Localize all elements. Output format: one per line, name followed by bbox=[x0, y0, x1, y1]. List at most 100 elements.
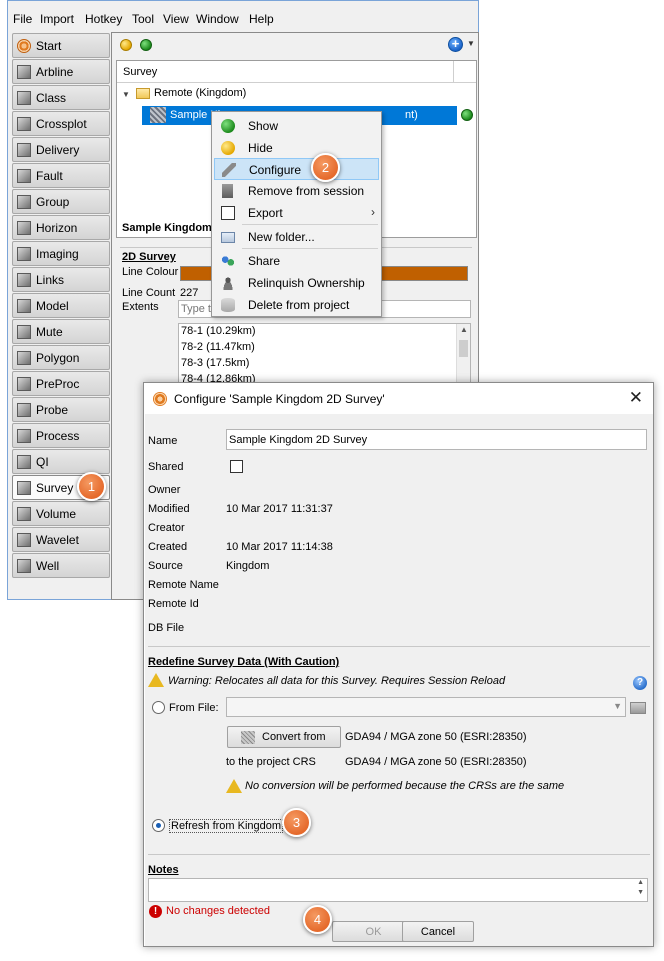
sidebar-item-probe[interactable]: Probe bbox=[12, 397, 110, 422]
sidebar-item-preproc[interactable]: PreProc bbox=[12, 371, 110, 396]
shared-checkbox[interactable] bbox=[230, 460, 243, 473]
sidebar-item-model[interactable]: Model bbox=[12, 293, 110, 318]
refresh-from-kingdom-label[interactable]: Refresh from Kingdom bbox=[169, 819, 284, 833]
line-count-value: 227 bbox=[180, 287, 199, 299]
menu-separator bbox=[242, 224, 378, 225]
extents-label: Extents bbox=[122, 301, 159, 313]
sidebar-item-process[interactable]: Process bbox=[12, 423, 110, 448]
menu-view[interactable]: View bbox=[163, 12, 189, 26]
menu-item-delete-from-project[interactable]: Delete from project bbox=[214, 294, 379, 316]
convert-from-button[interactable]: Convert from bbox=[227, 726, 341, 748]
from-file-radio[interactable] bbox=[152, 701, 165, 714]
menu-hotkey[interactable]: Hotkey bbox=[85, 12, 122, 26]
green-status-icon[interactable] bbox=[140, 39, 152, 51]
sidebar-item-group[interactable]: Group bbox=[12, 189, 110, 214]
menu-item-configure[interactable]: Configure bbox=[214, 158, 379, 180]
well-icon bbox=[17, 559, 31, 573]
sidebar-item-well[interactable]: Well bbox=[12, 553, 110, 578]
sidebar-item-volume[interactable]: Volume bbox=[12, 501, 110, 526]
expand-arrow-icon[interactable]: ▼ bbox=[122, 90, 130, 99]
context-menu: Show Hide Configure Remove from session Expo… bbox=[211, 111, 382, 317]
sidebar-item-start[interactable]: Start bbox=[12, 33, 110, 58]
callout-4: 4 bbox=[303, 905, 332, 934]
sidebar-item-links[interactable]: Links bbox=[12, 267, 110, 292]
add-icon[interactable]: + bbox=[448, 37, 463, 52]
sidebar-item-qi[interactable]: QI bbox=[12, 449, 110, 474]
sidebar-item-label: Horizon bbox=[36, 221, 78, 235]
sidebar-item-label: PreProc bbox=[36, 377, 80, 391]
menu-item-show[interactable]: Show bbox=[214, 115, 379, 137]
sidebar-item-label: Delivery bbox=[36, 143, 80, 157]
menu-item-hide[interactable]: Hide bbox=[214, 137, 379, 159]
menu-item-remove-from-session[interactable]: Remove from session bbox=[214, 180, 379, 202]
sidebar-item-class[interactable]: Class bbox=[12, 85, 110, 110]
detail-title: Sample Kingdom bbox=[122, 222, 212, 234]
tree-folder-remote-kingdom[interactable]: Remote (Kingdom) bbox=[154, 87, 246, 99]
sidebar-item-imaging[interactable]: Imaging bbox=[12, 241, 110, 266]
line-colour-label: Line Colour bbox=[122, 266, 179, 278]
source-value: Kingdom bbox=[226, 560, 270, 572]
sidebar-item-crossplot[interactable]: Crossplot bbox=[12, 111, 110, 136]
menu-import[interactable]: Import bbox=[40, 12, 74, 26]
sidebar-item-label: Polygon bbox=[36, 351, 80, 365]
help-icon[interactable]: ? bbox=[633, 676, 647, 690]
start-icon bbox=[17, 39, 31, 53]
visible-status-icon[interactable] bbox=[461, 109, 473, 121]
menu-help[interactable]: Help bbox=[249, 12, 274, 26]
open-folder-icon[interactable] bbox=[630, 702, 646, 714]
menu-tool[interactable]: Tool bbox=[132, 12, 154, 26]
sidebar-item-arbline[interactable]: Arbline bbox=[12, 59, 110, 84]
menu-item-share[interactable]: Share bbox=[214, 250, 379, 272]
close-icon[interactable]: ✕ bbox=[629, 388, 643, 408]
sidebar-item-label: Arbline bbox=[36, 65, 74, 79]
grid-icon bbox=[241, 731, 255, 744]
sidebar-item-wavelet[interactable]: Wavelet bbox=[12, 527, 110, 552]
folder-icon bbox=[136, 88, 150, 99]
menu-item-label: New folder... bbox=[248, 230, 315, 244]
line-count-label: Line Count bbox=[122, 287, 176, 299]
sidebar-item-label: Fault bbox=[36, 169, 63, 183]
ok-button-label: OK bbox=[365, 926, 382, 938]
refresh-from-kingdom-radio[interactable] bbox=[152, 819, 165, 832]
horizon-icon bbox=[17, 221, 31, 235]
wavelet-icon bbox=[17, 533, 31, 547]
sidebar-item-delivery[interactable]: Delivery bbox=[12, 137, 110, 162]
scroll-thumb[interactable] bbox=[459, 340, 468, 357]
section-divider bbox=[148, 646, 650, 647]
share-icon bbox=[221, 254, 235, 268]
source-label: Source bbox=[148, 560, 183, 572]
submenu-arrow-icon: › bbox=[371, 205, 375, 219]
notes-scroll-up-icon[interactable]: ▲ bbox=[637, 879, 644, 886]
remote-id-label: Remote Id bbox=[148, 598, 199, 610]
dialog-body: Name Shared Owner Modified 10 Mar 2017 1… bbox=[145, 414, 653, 946]
column-header-survey[interactable]: Survey bbox=[123, 66, 157, 78]
name-field[interactable] bbox=[226, 429, 647, 450]
dropdown-arrow-icon[interactable]: ▼ bbox=[467, 39, 475, 48]
notes-field[interactable]: ▲ ▼ bbox=[148, 878, 648, 902]
sidebar-item-label: Process bbox=[36, 429, 80, 443]
line-list-item[interactable]: 78-2 (11.47km) bbox=[181, 341, 255, 353]
sidebar-item-fault[interactable]: Fault bbox=[12, 163, 110, 188]
menu-item-export[interactable]: Export › bbox=[214, 202, 379, 224]
sidebar-item-label: Group bbox=[36, 195, 70, 209]
sidebar-item-mute[interactable]: Mute bbox=[12, 319, 110, 344]
from-file-combo[interactable]: ▼ bbox=[226, 697, 626, 717]
sidebar-item-polygon[interactable]: Polygon bbox=[12, 345, 110, 370]
cancel-button[interactable]: Cancel bbox=[402, 921, 474, 942]
line-list-item[interactable]: 78-1 (10.29km) bbox=[181, 325, 256, 337]
scroll-up-icon[interactable]: ▲ bbox=[460, 325, 468, 334]
menu-file[interactable]: File bbox=[13, 12, 32, 26]
yellow-status-icon[interactable] bbox=[120, 39, 132, 51]
menu-item-new-folder[interactable]: New folder... bbox=[214, 226, 379, 248]
menu-item-label: Remove from session bbox=[248, 184, 365, 198]
menu-window[interactable]: Window bbox=[196, 12, 239, 26]
line-list-item[interactable]: 78-3 (17.5km) bbox=[181, 357, 249, 369]
sidebar-item-horizon[interactable]: Horizon bbox=[12, 215, 110, 240]
menu-item-label: Show bbox=[248, 119, 279, 133]
warning-icon bbox=[148, 673, 164, 687]
notes-scroll-down-icon[interactable]: ▼ bbox=[637, 889, 644, 896]
combo-arrow-icon[interactable]: ▼ bbox=[613, 701, 622, 711]
menu-item-relinquish-ownership[interactable]: Relinquish Ownership bbox=[214, 272, 379, 294]
survey-item-icon bbox=[150, 107, 166, 123]
modified-label: Modified bbox=[148, 503, 190, 515]
